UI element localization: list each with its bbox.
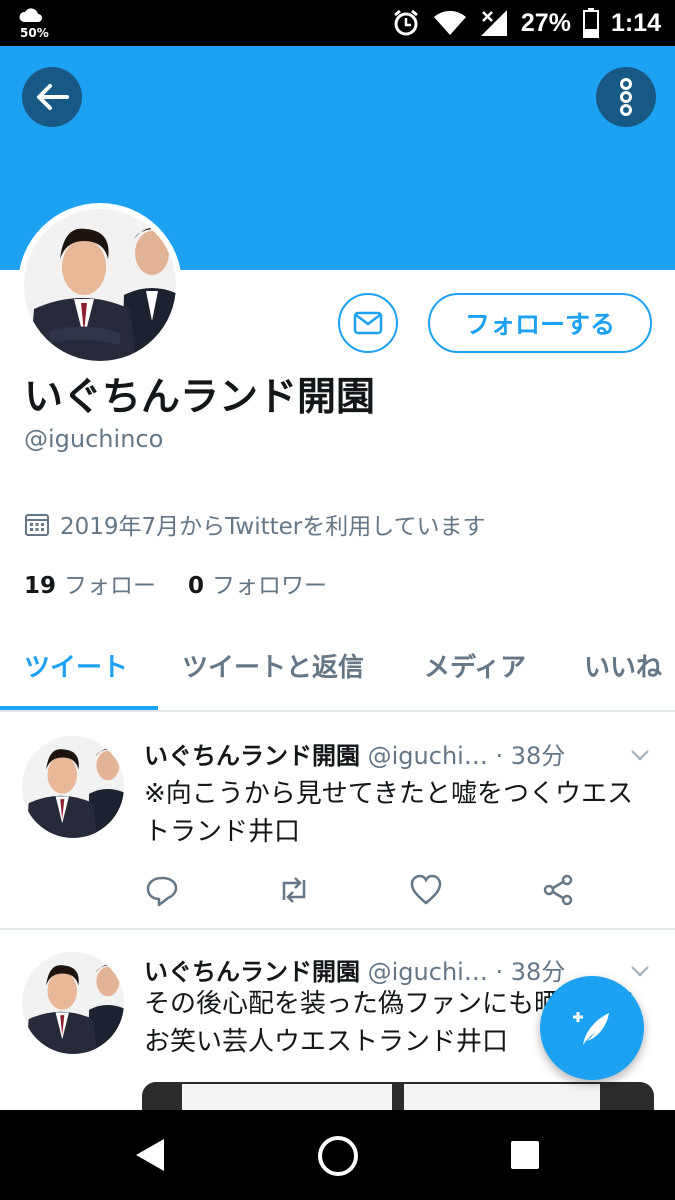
battery-percent: 27% xyxy=(520,8,571,37)
tab-tweets[interactable]: ツイート xyxy=(24,636,128,710)
cellular-signal-icon xyxy=(480,10,507,36)
chevron-down-icon[interactable] xyxy=(629,744,651,766)
tweet-author-handle: @iguchi… xyxy=(367,742,488,770)
like-heart-icon[interactable] xyxy=(408,872,444,908)
tweet-header: いぐちんランド開園 @iguchi… · 38分 xyxy=(144,952,624,987)
nav-recents-icon[interactable] xyxy=(508,1138,542,1172)
profile-display-name: いぐちんランド開園 xyxy=(24,375,376,420)
envelope-icon xyxy=(353,311,383,335)
tweet-author-name: いぐちんランド開園 xyxy=(144,742,360,770)
joined-date-text: 2019年7月からTwitterを利用しています xyxy=(60,514,486,540)
retweet-icon[interactable] xyxy=(276,872,312,908)
following-label: フォロー xyxy=(64,573,157,599)
tab-likes[interactable]: いいね xyxy=(584,636,662,710)
follow-button[interactable]: フォローする xyxy=(428,293,652,353)
followers-label: フォロワー xyxy=(212,573,328,599)
alarm-icon xyxy=(393,9,418,36)
chevron-down-icon[interactable] xyxy=(629,960,651,982)
tweet-author-name: いぐちんランド開園 xyxy=(144,958,360,986)
nav-back-icon[interactable] xyxy=(130,1135,170,1175)
status-bar: 50% 27% 1:14 xyxy=(0,0,675,46)
weather-indicator: 50% xyxy=(18,6,58,40)
weather-percent: 50% xyxy=(20,26,49,40)
tweet-avatar[interactable] xyxy=(22,736,124,838)
wifi-icon xyxy=(433,10,466,36)
following-link[interactable]: 19 フォロー xyxy=(24,566,156,600)
nav-home-icon[interactable] xyxy=(316,1134,360,1178)
tweet-text: ※向こうから見せてきたと嘘をつくウエストランド井口 xyxy=(144,779,634,847)
more-options-button[interactable] xyxy=(596,67,656,127)
tweet-actions xyxy=(144,872,584,912)
share-icon[interactable] xyxy=(540,872,576,908)
profile-avatar[interactable] xyxy=(18,203,182,367)
followers-count: 0 xyxy=(188,573,205,599)
tweet-header: いぐちんランド開園 @iguchi… · 38分 xyxy=(144,736,624,771)
tweet-time: · 38分 xyxy=(495,742,566,770)
profile-tabs: ツイート ツイートと返信 メディア いいね xyxy=(0,636,675,712)
tweet-time: · 38分 xyxy=(495,958,566,986)
calendar-icon xyxy=(25,514,49,536)
avatar-image xyxy=(24,209,176,361)
active-tab-indicator xyxy=(0,706,158,710)
clock: 1:14 xyxy=(610,8,661,37)
battery-icon xyxy=(582,8,599,38)
followers-link[interactable]: 0 フォロワー xyxy=(188,566,327,600)
cloud-icon xyxy=(19,8,42,22)
tab-tweets-and-replies[interactable]: ツイートと返信 xyxy=(182,636,364,710)
reply-icon[interactable] xyxy=(144,872,180,908)
media-thumbnail xyxy=(182,1084,392,1112)
arrow-left-icon xyxy=(37,84,69,110)
back-button[interactable] xyxy=(22,67,82,127)
tweet-item[interactable]: いぐちんランド開園 @iguchi… · 38分 ※向こうから見せてきたと嘘をつ… xyxy=(0,714,675,930)
system-navigation-bar xyxy=(0,1110,675,1200)
compose-tweet-icon xyxy=(573,1012,609,1045)
following-count: 19 xyxy=(24,573,57,599)
tweet-avatar[interactable] xyxy=(22,952,124,1054)
profile-handle: @iguchinco xyxy=(24,425,164,453)
joined-date: 2019年7月からTwitterを利用しています xyxy=(24,507,486,541)
tweet-author-handle: @iguchi… xyxy=(367,958,488,986)
tab-media[interactable]: メディア xyxy=(424,636,526,710)
media-thumbnail xyxy=(404,1084,600,1112)
more-vertical-icon xyxy=(620,78,632,116)
tweet-media-preview[interactable] xyxy=(142,1082,654,1112)
message-button[interactable] xyxy=(338,293,398,353)
compose-tweet-button[interactable] xyxy=(540,976,644,1080)
follow-stats: 19 フォロー 0 フォロワー xyxy=(24,566,327,600)
